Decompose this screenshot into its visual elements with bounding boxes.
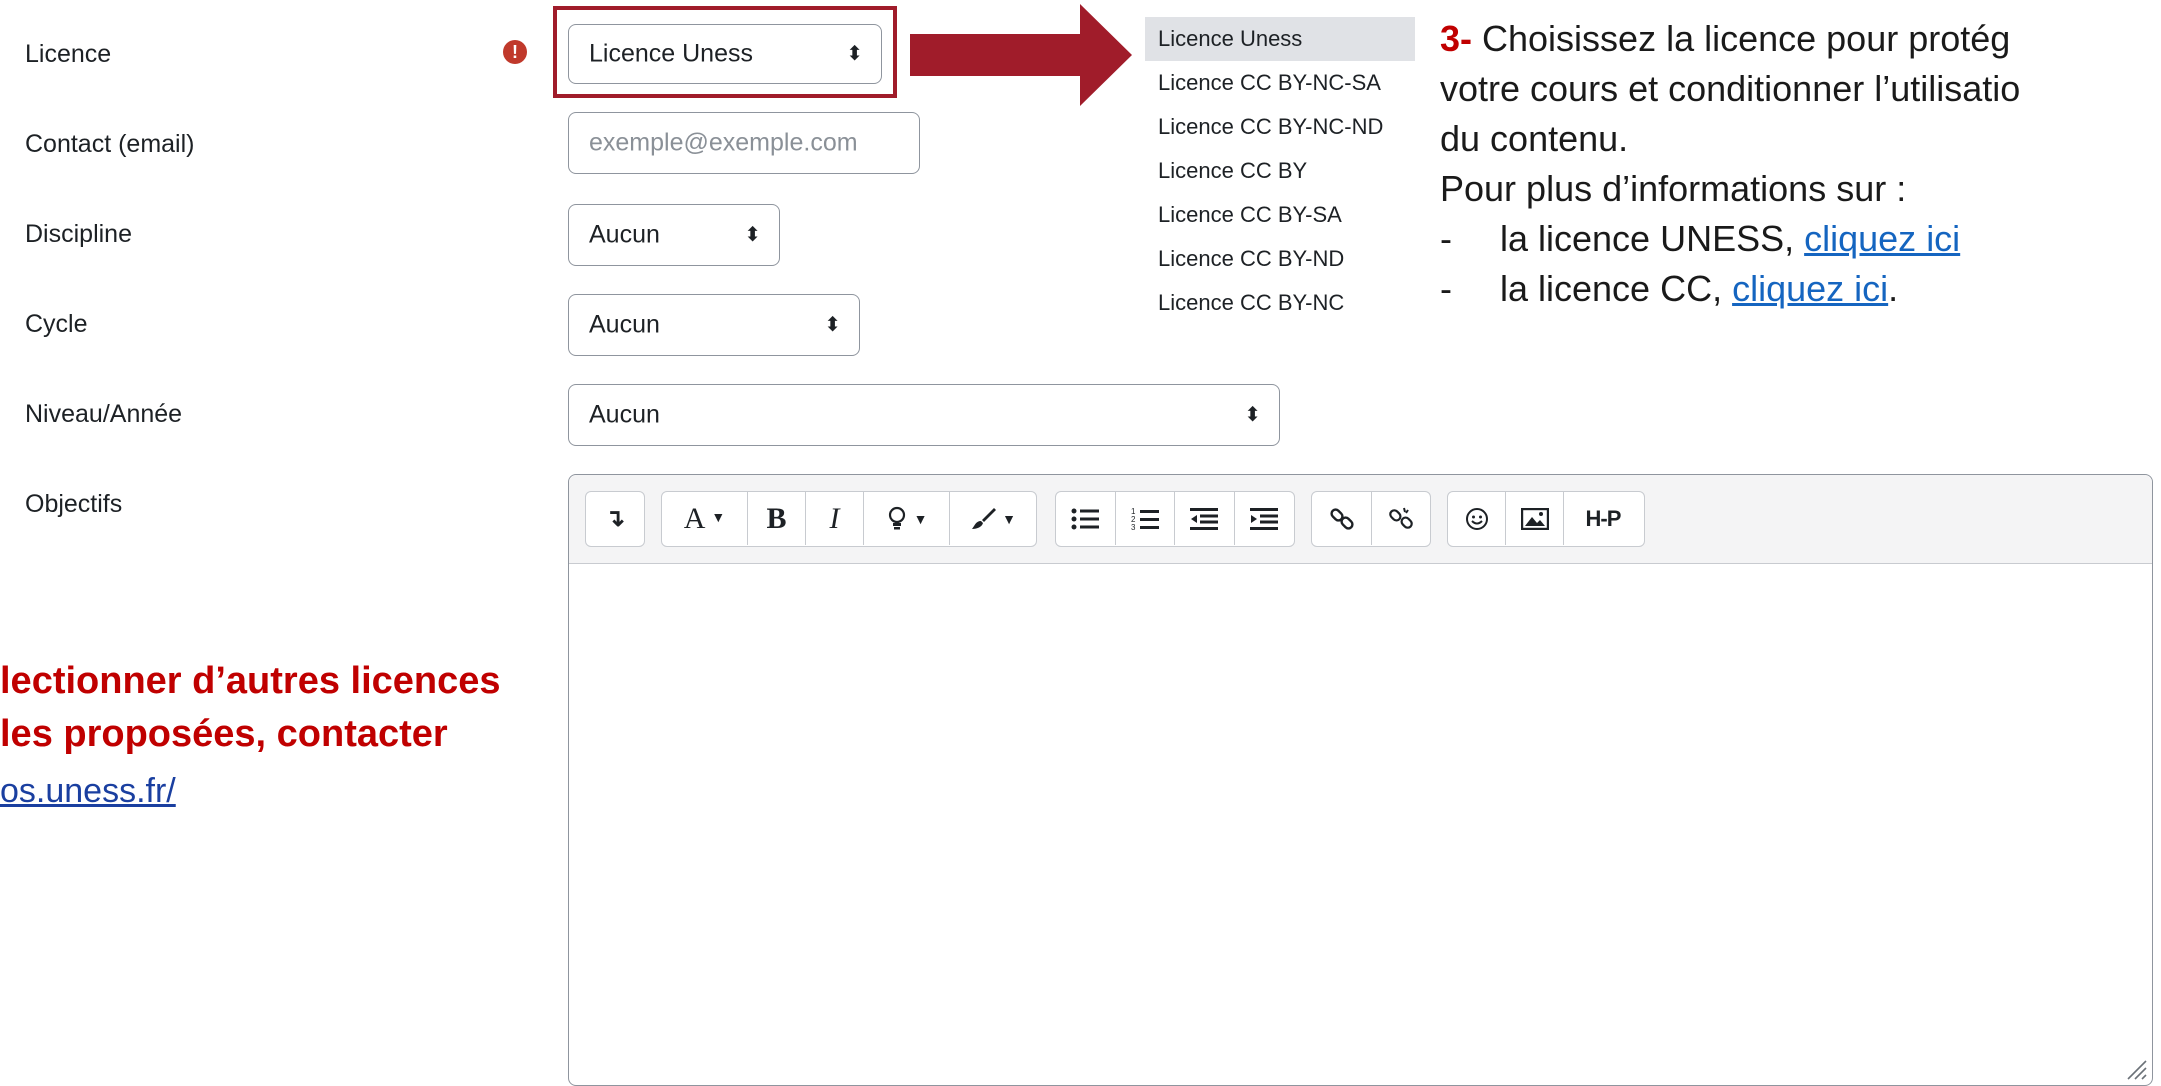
licence-option[interactable]: Licence CC BY-NC-ND	[1145, 105, 1415, 149]
arrow-right-icon	[910, 4, 1132, 106]
toolbar-group-style: A ▼ B I ▼ ▼	[661, 491, 1037, 547]
licence-label: Licence	[25, 40, 112, 68]
annotation-item-uness: - la licence UNESS, cliquez ici	[1440, 218, 1961, 259]
contact-email-input[interactable]: exemple@exemple.com	[568, 112, 920, 174]
licence-select-value: Licence Uness	[589, 39, 753, 68]
cycle-select-value: Aucun	[589, 310, 660, 339]
cycle-label: Cycle	[25, 310, 88, 338]
side-note-line-1: lectionner d’autres licences	[0, 660, 501, 702]
contact-label: Contact (email)	[25, 130, 195, 158]
show-more-icon[interactable]: ↴	[586, 492, 644, 545]
toolbar-group-insert: H-P	[1447, 491, 1645, 547]
unlink-icon[interactable]	[1372, 492, 1430, 545]
discipline-select[interactable]: Aucun ⬍	[568, 204, 780, 266]
select-arrow-icon: ⬍	[824, 314, 841, 336]
uness-licence-link[interactable]: cliquez ici	[1804, 218, 1960, 259]
select-arrow-icon: ⬍	[744, 224, 761, 246]
contact-email-placeholder: exemple@exemple.com	[589, 128, 858, 157]
licence-options-list: Licence Uness Licence CC BY-NC-SA Licenc…	[1145, 17, 1415, 325]
bullet-list-icon[interactable]	[1056, 492, 1116, 545]
licence-option[interactable]: Licence CC BY-SA	[1145, 193, 1415, 237]
licence-option[interactable]: Licence CC BY-ND	[1145, 237, 1415, 281]
side-note-link[interactable]: os.uness.fr/	[0, 772, 176, 811]
niveau-select[interactable]: Aucun ⬍	[568, 384, 1280, 446]
niveau-select-value: Aucun	[589, 400, 660, 429]
italic-icon[interactable]: I	[806, 492, 864, 545]
svg-text:3: 3	[1131, 523, 1136, 531]
cc-licence-link[interactable]: cliquez ici	[1732, 268, 1888, 309]
select-arrow-icon: ⬍	[1244, 404, 1261, 426]
annotation-line-4: Pour plus d’informations sur :	[1440, 168, 1907, 209]
instruction-annotation: 3- Choisissez la licence pour protég vot…	[1440, 14, 2161, 314]
toolbar-group-more: ↴	[585, 491, 645, 547]
licence-select[interactable]: Licence Uness ⬍	[568, 24, 882, 84]
toolbar-group-links	[1311, 491, 1431, 547]
indent-icon[interactable]	[1235, 492, 1295, 545]
objectifs-label: Objectifs	[25, 490, 123, 518]
objectifs-editor[interactable]: ↴ A ▼ B I ▼ ▼ 123 H-P	[568, 474, 2153, 1086]
emoji-icon[interactable]	[1448, 492, 1506, 545]
h5p-icon[interactable]: H-P	[1564, 492, 1642, 545]
outdent-icon[interactable]	[1175, 492, 1235, 545]
resize-handle-icon[interactable]	[2124, 1057, 2148, 1081]
toolbar-group-lists: 123	[1055, 491, 1295, 547]
brush-icon[interactable]: ▼	[950, 492, 1036, 545]
licence-option[interactable]: Licence CC BY-NC-SA	[1145, 61, 1415, 105]
niveau-label: Niveau/Année	[25, 400, 183, 428]
licence-option[interactable]: Licence Uness	[1145, 17, 1415, 61]
cycle-select[interactable]: Aucun ⬍	[568, 294, 860, 356]
bold-icon[interactable]: B	[748, 492, 806, 545]
required-icon: !	[503, 40, 527, 64]
select-arrow-icon: ⬍	[846, 43, 863, 65]
step-number: 3-	[1440, 18, 1473, 59]
numbered-list-icon[interactable]: 123	[1116, 492, 1175, 545]
side-note-line-2: les proposées, contacter	[0, 713, 448, 755]
licence-option[interactable]: Licence CC BY-NC	[1145, 281, 1415, 325]
licence-option[interactable]: Licence CC BY	[1145, 149, 1415, 193]
annotation-line-2: votre cours et conditionner l’utilisatio	[1440, 68, 2021, 109]
annotation-item-cc: - la licence CC, cliquez ici.	[1440, 268, 1899, 309]
editor-toolbar: ↴ A ▼ B I ▼ ▼ 123 H-P	[569, 475, 2152, 564]
link-icon[interactable]	[1312, 492, 1372, 545]
lightbulb-icon[interactable]: ▼	[864, 492, 950, 545]
annotation-line-3: du contenu.	[1440, 118, 1629, 159]
annotation-line-1: 3- Choisissez la licence pour protég	[1440, 18, 2011, 59]
image-icon[interactable]	[1506, 492, 1564, 545]
discipline-label: Discipline	[25, 220, 132, 248]
font-icon[interactable]: A ▼	[662, 492, 748, 545]
discipline-select-value: Aucun	[589, 220, 660, 249]
